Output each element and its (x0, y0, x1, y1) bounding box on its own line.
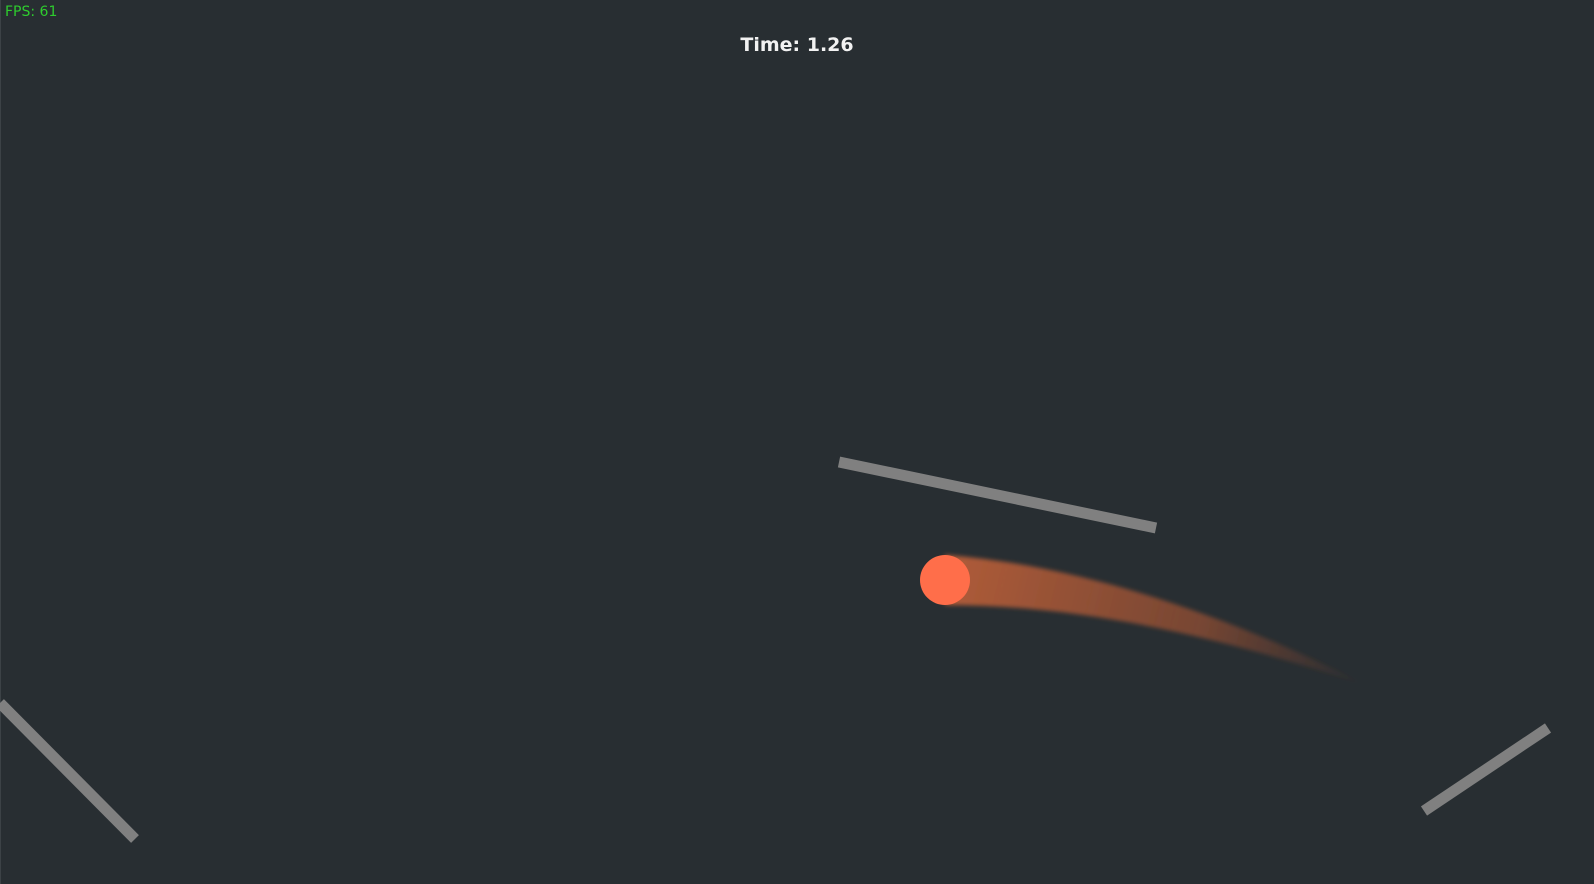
fps-counter: FPS: 61 (5, 4, 58, 20)
platform-right (1420, 723, 1552, 816)
platform-left (0, 699, 139, 843)
platform-center (837, 456, 1158, 534)
ball (920, 555, 970, 605)
game-scene (0, 456, 1552, 843)
ball-trail (945, 555, 1365, 685)
game-canvas[interactable]: FPS: 61 Time: 1.26 (0, 0, 1594, 884)
time-display: Time: 1.26 (740, 34, 854, 56)
